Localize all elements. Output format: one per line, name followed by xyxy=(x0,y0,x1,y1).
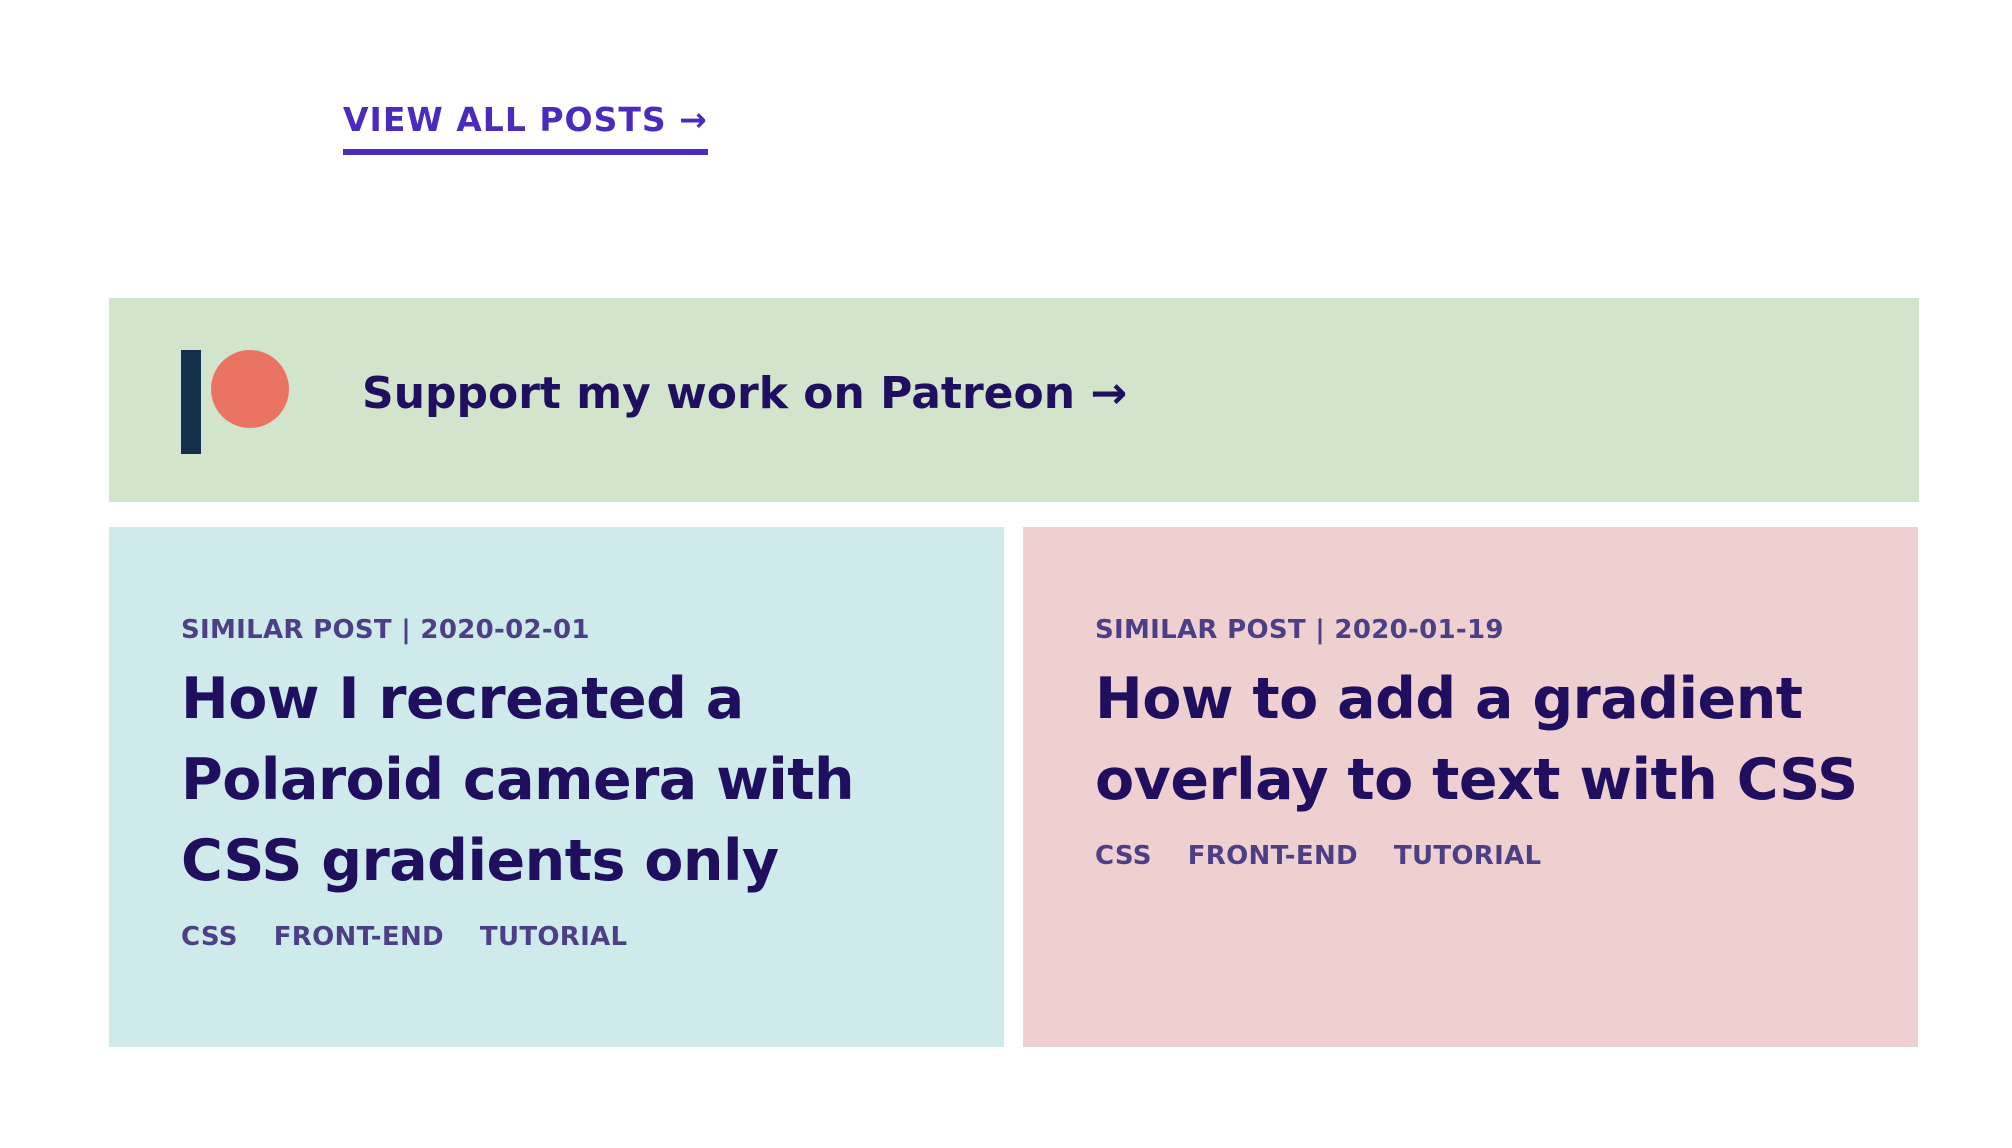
similar-post-card[interactable]: SIMILAR POST | 2020-02-01 How I recreate… xyxy=(109,527,1004,1047)
post-tags: CSS FRONT-END TUTORIAL xyxy=(1095,841,1858,871)
tag-link[interactable]: TUTORIAL xyxy=(480,922,627,952)
patreon-link-label[interactable]: Support my work on Patreon → xyxy=(362,368,1127,419)
post-meta: SIMILAR POST | 2020-01-19 xyxy=(1095,615,1504,645)
patreon-logo-dot xyxy=(211,350,289,428)
post-title[interactable]: How to add a gradient overlay to text wi… xyxy=(1095,659,1858,821)
post-tags: CSS FRONT-END TUTORIAL xyxy=(181,922,944,952)
tag-link[interactable]: CSS xyxy=(1095,841,1152,871)
patreon-banner[interactable]: Support my work on Patreon → xyxy=(109,298,1919,502)
patreon-logo-bar xyxy=(181,350,201,454)
tag-link[interactable]: FRONT-END xyxy=(1188,841,1358,871)
patreon-logo-icon xyxy=(181,350,291,454)
tag-link[interactable]: FRONT-END xyxy=(274,922,444,952)
view-all-posts-link[interactable]: VIEW ALL POSTS → xyxy=(343,100,708,155)
tag-link[interactable]: TUTORIAL xyxy=(1394,841,1541,871)
tag-link[interactable]: CSS xyxy=(181,922,238,952)
page: VIEW ALL POSTS → Support my work on Patr… xyxy=(0,0,2012,1148)
similar-post-card[interactable]: SIMILAR POST | 2020-01-19 How to add a g… xyxy=(1023,527,1918,1047)
post-meta: SIMILAR POST | 2020-02-01 xyxy=(181,615,590,645)
post-title[interactable]: How I recreated a Polaroid camera with C… xyxy=(181,659,944,902)
